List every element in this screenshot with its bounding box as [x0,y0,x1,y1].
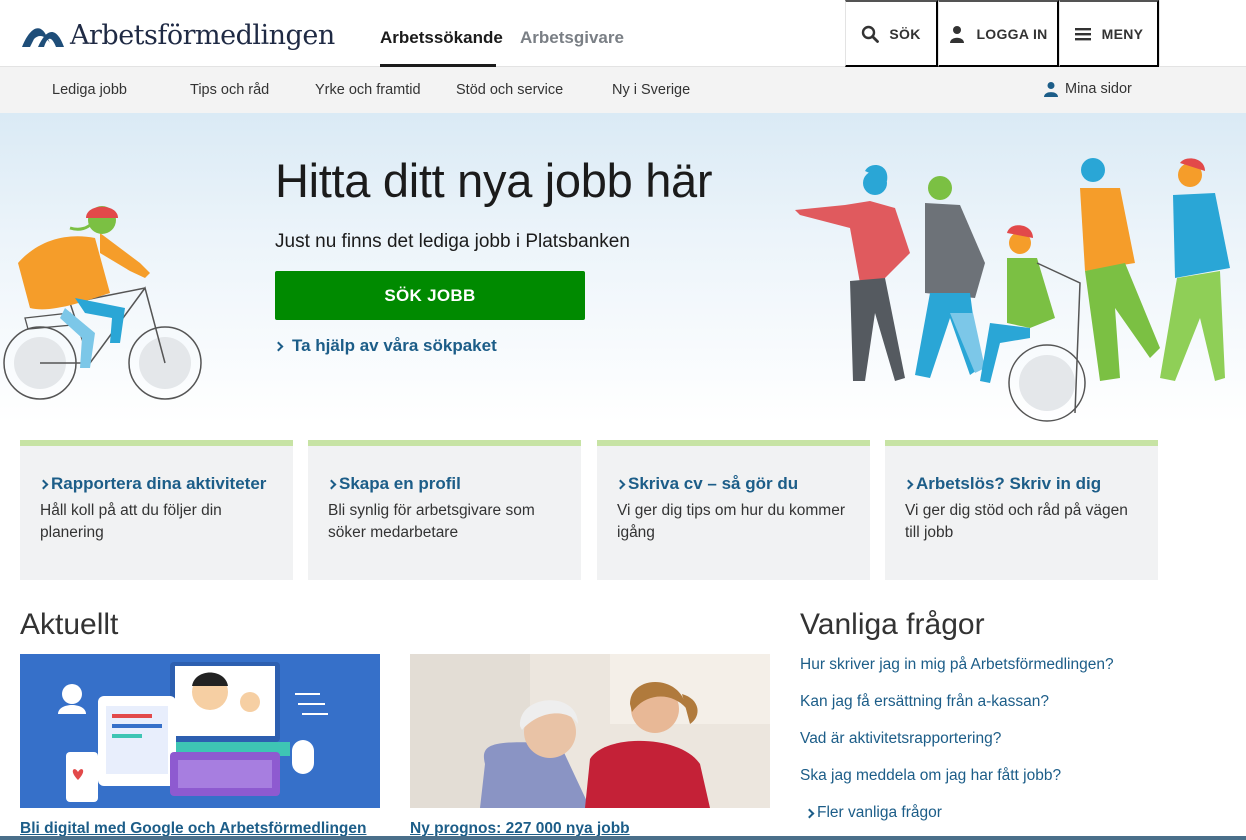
subnav-stod-och-service[interactable]: Stöd och service [456,82,563,98]
menu-button-label: MENY [1101,25,1144,42]
login-button[interactable]: LOGGA IN [938,0,1059,67]
chevron-right-icon [615,479,626,489]
logo-text: Arbetsförmedlingen [70,19,335,51]
news-section-title: Aktuellt [20,608,119,641]
chevron-right-icon [326,479,337,489]
tab-arbetssokande[interactable]: Arbetssökande [380,28,503,48]
card-title[interactable]: Skriva cv – så gör du [615,474,799,494]
chevron-right-icon [38,479,49,489]
card-title[interactable]: Skapa en profil [326,474,461,494]
news-image-digital[interactable] [20,654,380,808]
cyclist-illustration [3,206,202,400]
hamburger-icon [1074,27,1091,40]
more-faq-link[interactable]: Fler vanliga frågor [804,804,942,822]
search-button-label: SÖK [889,25,921,42]
faq-item[interactable]: Hur skriver jag in mig på Arbetsförmedli… [800,656,1114,674]
faq-section-title: Vanliga frågor [800,608,985,641]
card-description: Håll koll på att du följer din planering [40,502,222,541]
site-logo[interactable]: Arbetsförmedlingen [20,18,335,52]
card-title[interactable]: Rapportera dina aktiviteter [38,474,267,494]
digital-illustration [20,654,380,808]
hero-title: Hitta ditt nya jobb här [275,154,713,207]
mina-sidor-label: Mina sidor [1065,81,1132,97]
card-title-label: Skapa en profil [339,474,461,493]
more-faq-label: Fler vanliga frågor [817,804,942,821]
user-icon [950,25,965,43]
news-image-prognos[interactable] [410,654,770,808]
subnav-lediga-jobb[interactable]: Lediga jobb [52,82,127,98]
faq-item[interactable]: Ska jag meddela om jag har fått jobb? [800,767,1061,785]
faq-item[interactable]: Vad är aktivitetsrapportering? [800,730,1001,748]
card-write-cv[interactable]: Skriva cv – så gör du Vi ger dig tips om… [597,440,870,580]
sub-navigation: Lediga jobb Tips och råd Yrke och framti… [0,67,1246,113]
chevron-right-icon [804,808,815,818]
header-divider [1159,0,1160,67]
person-icon [1044,82,1058,97]
mina-sidor-link[interactable]: Mina sidor [1043,81,1132,97]
card-register-unemployed[interactable]: Arbetslös? Skriv in dig Vi ger dig stöd … [885,440,1158,580]
menu-button[interactable]: MENY [1059,0,1159,67]
card-description: Bli synlig för arbetsgivare som söker me… [328,502,535,541]
search-packages-label: Ta hjälp av våra sökpaket [292,336,497,355]
people-illustration [795,158,1230,422]
card-report-activities[interactable]: Rapportera dina aktiviteter Håll koll på… [20,440,293,580]
caregiver-photo [410,654,770,808]
subnav-tips-och-rad[interactable]: Tips och råd [190,82,269,98]
hero-subtitle: Just nu finns det lediga jobb i Platsban… [275,231,630,252]
search-button[interactable]: SÖK [845,0,938,67]
card-title-label: Arbetslös? Skriv in dig [916,474,1102,493]
logo-mark-icon [22,28,64,47]
card-description: Vi ger dig stöd och råd på vägen till jo… [905,502,1128,541]
subnav-yrke-och-framtid[interactable]: Yrke och framtid [315,82,421,98]
search-packages-link[interactable]: Ta hjälp av våra sökpaket [273,336,497,356]
search-icon [862,25,880,43]
tab-arbetsgivare[interactable]: Arbetsgivare [520,28,624,48]
window-bottom-edge [0,836,1246,840]
hero-section: Hitta ditt nya jobb här Just nu finns de… [0,113,1246,423]
faq-item[interactable]: Kan jag få ersättning från a-kassan? [800,693,1049,711]
card-title-label: Skriva cv – så gör du [628,474,799,493]
top-header: Arbetsförmedlingen Arbetssökande Arbetsg… [0,0,1246,67]
search-jobs-button[interactable]: SÖK JOBB [275,271,585,320]
chevron-right-icon [273,341,284,351]
card-description: Vi ger dig tips om hur du kommer igång [617,502,846,541]
subnav-ny-i-sverige[interactable]: Ny i Sverige [612,82,690,98]
card-title-label: Rapportera dina aktiviteter [51,474,267,493]
login-button-label: LOGGA IN [976,25,1048,42]
card-title[interactable]: Arbetslös? Skriv in dig [903,474,1102,494]
card-create-profile[interactable]: Skapa en profil Bli synlig för arbetsgiv… [308,440,581,580]
chevron-right-icon [903,479,914,489]
